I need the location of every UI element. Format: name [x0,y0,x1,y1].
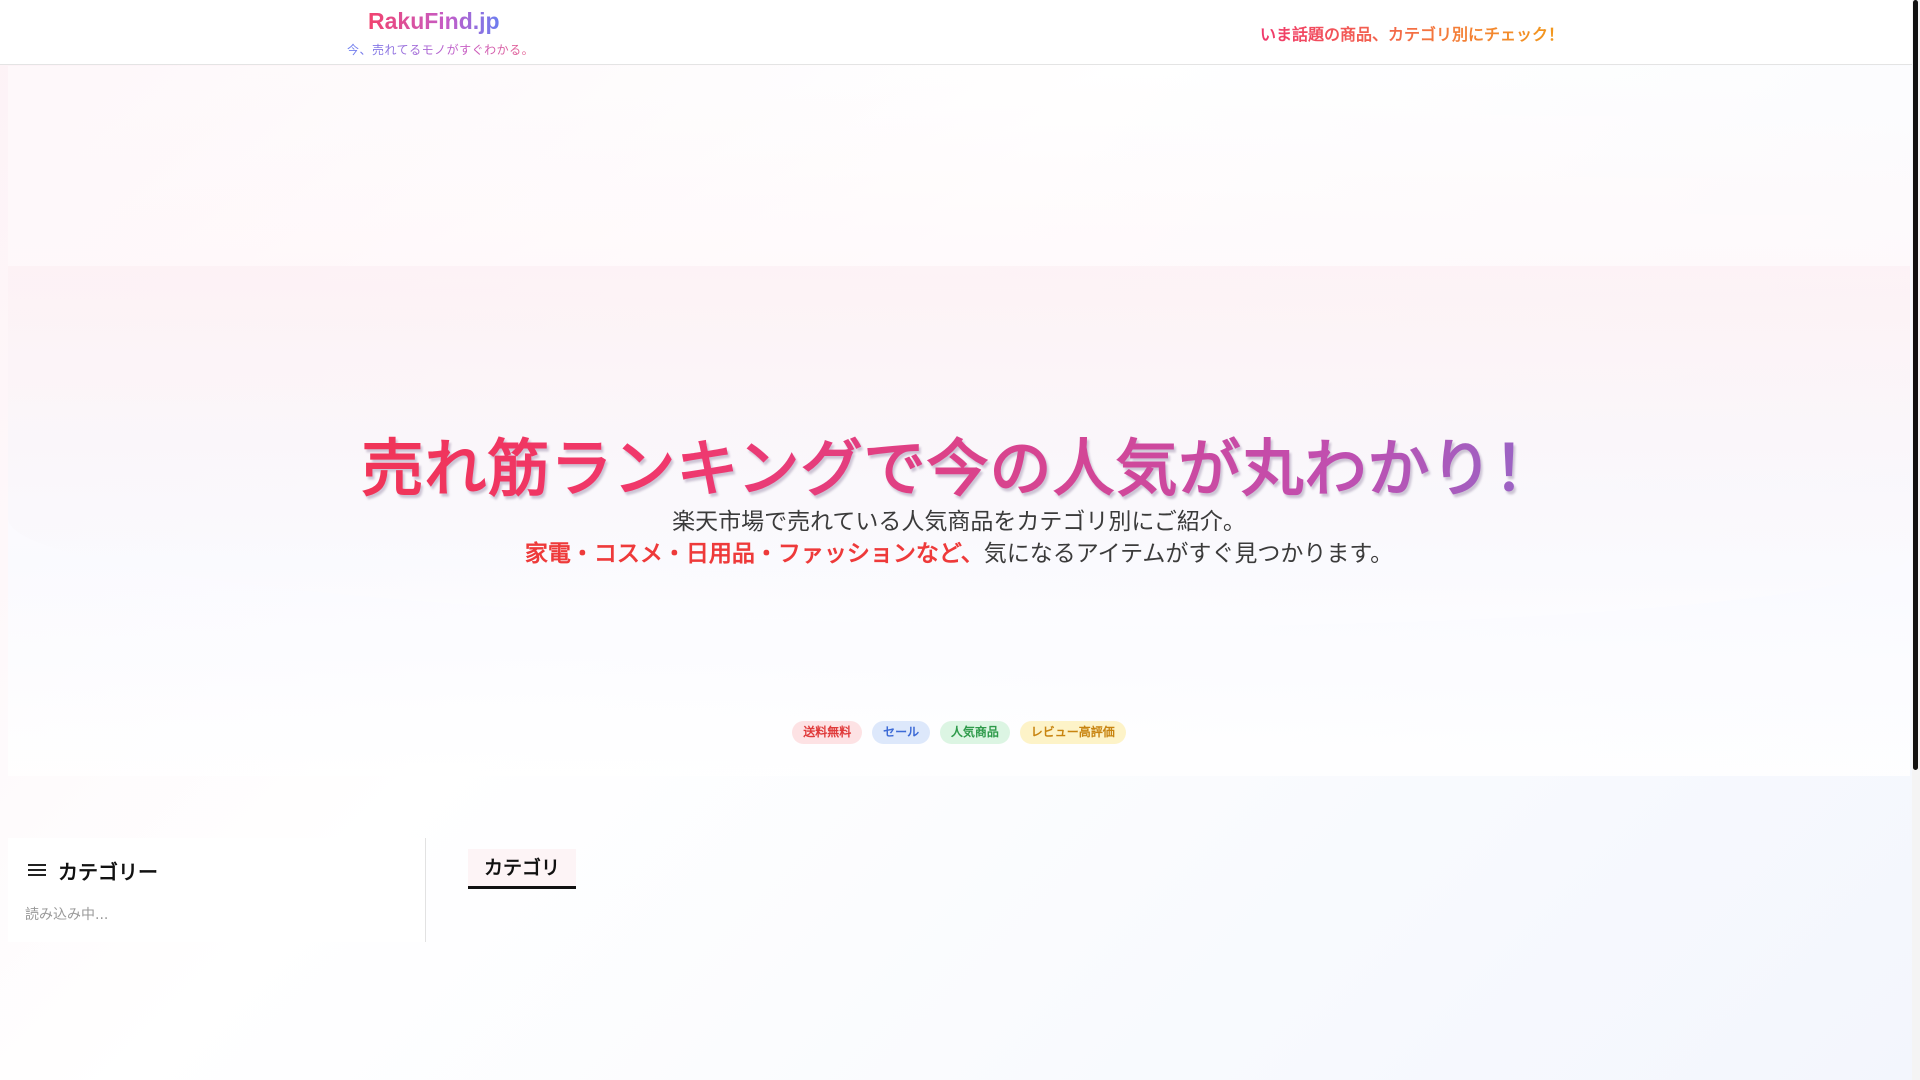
hero-subtitle-rest: 気になるアイテムがすぐ見つかります。 [983,541,1394,567]
hero-subtitle: 楽天市場で売れている人気商品をカテゴリ別にご紹介。 家電・コスメ・日用品・ファッ… [8,506,1910,570]
hero-subtitle-line1: 楽天市場で売れている人気商品をカテゴリ別にご紹介。 [672,509,1246,535]
header-promo-text: いま話題の商品、カテゴリ別にチェック！ [1260,21,1564,45]
sidebar-loading-text: 読み込み中... [25,907,109,923]
hero-title: 売れ筋ランキングで今の人気が丸わかり！ [8,418,1910,508]
hero-section: 売れ筋ランキングで今の人気が丸わかり！ 楽天市場で売れている人気商品をカテゴリ別… [8,66,1910,776]
hero-tags: 送料無料 セール 人気商品 レビュー高評価 [8,721,1910,744]
scrollbar-thumb[interactable] [1913,0,1918,770]
sidebar-title: カテゴリー [58,859,158,884]
tab-category[interactable]: カテゴリ [468,849,577,889]
site-header: RakuFind.jp 今、売れてるモノがすぐわかる。 いま話題の商品、カテゴリ… [0,0,1912,65]
site-logo[interactable]: RakuFind.jp [368,8,500,35]
tag-high-review: レビュー高評価 [1019,721,1126,744]
site-tagline: 今、売れてるモノがすぐわかる。 [347,43,535,57]
tag-free-shipping: 送料無料 [792,721,863,744]
hero-subtitle-line2: 家電・コスメ・日用品・ファッションなど、気になるアイテムがすぐ見つかります。 [8,538,1910,570]
tag-sale: セール [872,721,931,744]
menu-icon [26,861,48,879]
tag-popular: 人気商品 [939,721,1010,744]
sidebar-header: カテゴリー [26,856,158,884]
hero-subtitle-highlight: 家電・コスメ・日用品・ファッションなど、 [524,541,984,567]
category-sidebar: カテゴリー 読み込み中... [8,838,426,942]
